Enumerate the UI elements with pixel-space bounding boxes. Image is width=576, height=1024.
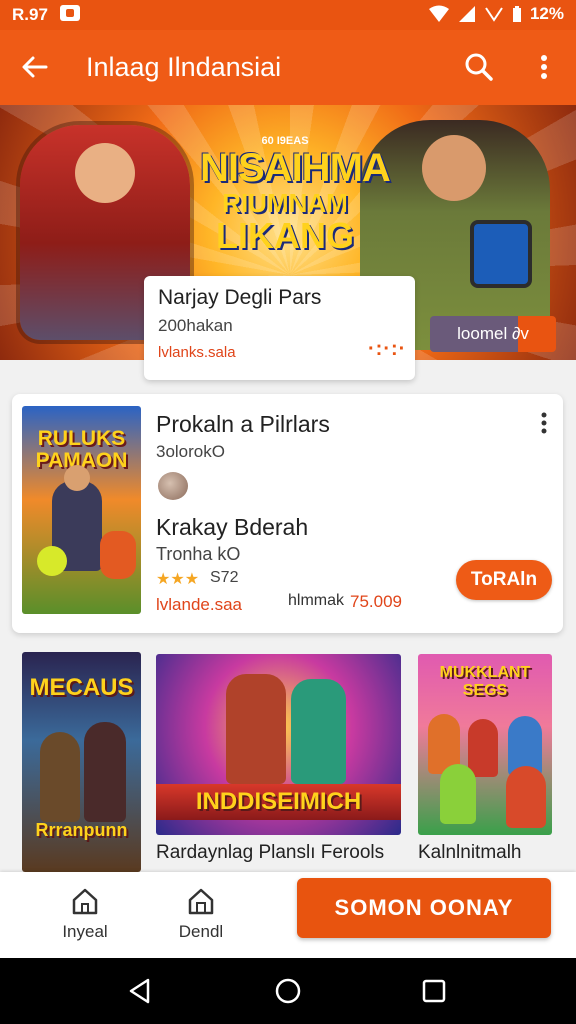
system-recents-button[interactable] <box>420 977 448 1005</box>
hero-promo-badge[interactable]: loomel ∂v <box>430 316 556 352</box>
hero-logo-line2: RIUMNAM <box>222 188 348 218</box>
more-vert-icon <box>541 55 547 79</box>
tile-character <box>291 679 346 784</box>
cover-ball-character <box>37 546 67 576</box>
game-list-card[interactable]: RULUKS PAMAON Prokaln a Pilrlars 3olorok… <box>12 394 563 633</box>
game-tiles-row: MECAUS Rrranpunn INDDISEIMICH MUKKLANT S… <box>0 652 576 872</box>
hero-logo-line1: NISAIHMA <box>200 146 391 190</box>
search-button[interactable] <box>462 50 496 84</box>
tile-caption: Rardaynlag Planslı Ferools <box>156 842 385 863</box>
install-button[interactable]: ToRAln <box>456 560 552 600</box>
featured-tag: lvlanks.sala <box>158 344 236 361</box>
featured-card[interactable]: Narjay Degli Pars 200hakan lvlanks.sala … <box>144 276 415 380</box>
circle-home-icon <box>275 978 301 1004</box>
page-title: Inlaag Ilndansiai <box>86 52 282 82</box>
system-back-button[interactable] <box>126 977 154 1005</box>
game-tile[interactable]: INDDISEIMICH <box>156 654 401 835</box>
more-options-button[interactable] <box>530 50 558 84</box>
rating-value: S72 <box>210 569 239 586</box>
data-icon <box>485 7 503 22</box>
app-bar: Inlaag Ilndansiai <box>0 30 576 105</box>
featured-dots-icon: ·:·:· <box>368 338 407 360</box>
nav-item-home[interactable]: Inyeal <box>40 886 130 942</box>
featured-subtitle: 200hakan <box>158 316 233 335</box>
hero-logo: 60 I9EAS NISAIHMA RIUMNAM LIKANG <box>200 135 391 256</box>
hero-device-image <box>470 220 532 288</box>
wifi-icon <box>428 5 449 22</box>
home-icon <box>70 886 100 916</box>
star-rating-icon: ★★★ <box>156 571 200 588</box>
game-subtitle: 3olorokO <box>156 442 225 461</box>
cover-fox-character <box>100 531 136 579</box>
signal-icon <box>458 6 475 22</box>
primary-cta-button[interactable]: SOMON OONAY <box>297 878 551 938</box>
system-navigation-bar <box>0 958 576 1024</box>
battery-icon <box>512 6 521 22</box>
tile-caption: Kalnlnitmalh <box>418 842 522 863</box>
nav-item-store[interactable]: Dendl <box>156 886 246 942</box>
tile-character <box>440 764 476 824</box>
nav-item-label: Inyeal <box>62 922 108 941</box>
game-title-secondary: Krakay Bderah <box>156 514 309 540</box>
price-value: 75.009 <box>350 592 402 611</box>
game-tile[interactable]: MUKKLANT SEGS <box>418 654 552 835</box>
price-label: hlmmak <box>288 592 345 609</box>
square-recents-icon <box>422 979 446 1003</box>
game-subtitle-secondary: Tronha kO <box>156 544 241 564</box>
system-home-button[interactable] <box>274 977 302 1005</box>
game-title: Prokaln a Pilrlars <box>156 411 330 437</box>
triangle-back-icon <box>129 978 150 1004</box>
tile-title: MECAUS <box>29 674 134 701</box>
tile-character <box>468 719 498 777</box>
tile-character <box>40 732 80 822</box>
nav-item-label: Dendl <box>178 922 224 941</box>
status-bar: R.97 12% <box>0 0 576 30</box>
status-time: R.97 <box>12 5 48 24</box>
back-button[interactable] <box>18 50 52 84</box>
tile-character <box>506 766 546 828</box>
tile-title: INDDISEIMICH <box>156 784 401 820</box>
status-icons: 12% <box>428 4 564 24</box>
battery-level: 12% <box>529 4 564 23</box>
game-tag: lvlande.saa <box>156 595 243 614</box>
tile-character <box>226 674 286 784</box>
arrow-left-icon <box>22 56 48 78</box>
card-overflow-button[interactable] <box>534 410 554 436</box>
tile-subtitle: Rrranpunn <box>35 820 128 840</box>
publisher-icon <box>158 472 188 500</box>
tile-title: MUKKLANT SEGS <box>439 664 531 699</box>
notification-icon <box>60 5 80 21</box>
search-icon <box>465 53 493 81</box>
more-vert-icon <box>541 412 547 434</box>
game-cover-image[interactable]: RULUKS PAMAON <box>22 406 141 614</box>
game-tile[interactable]: MECAUS Rrranpunn <box>22 652 141 872</box>
bottom-navigation: Inyeal Dendl SOMON OONAY <box>0 872 576 958</box>
store-icon <box>186 886 216 916</box>
tile-character <box>84 722 126 822</box>
hero-logo-line3: LIKANG <box>216 215 354 256</box>
featured-title: Narjay Degli Pars <box>158 286 322 309</box>
